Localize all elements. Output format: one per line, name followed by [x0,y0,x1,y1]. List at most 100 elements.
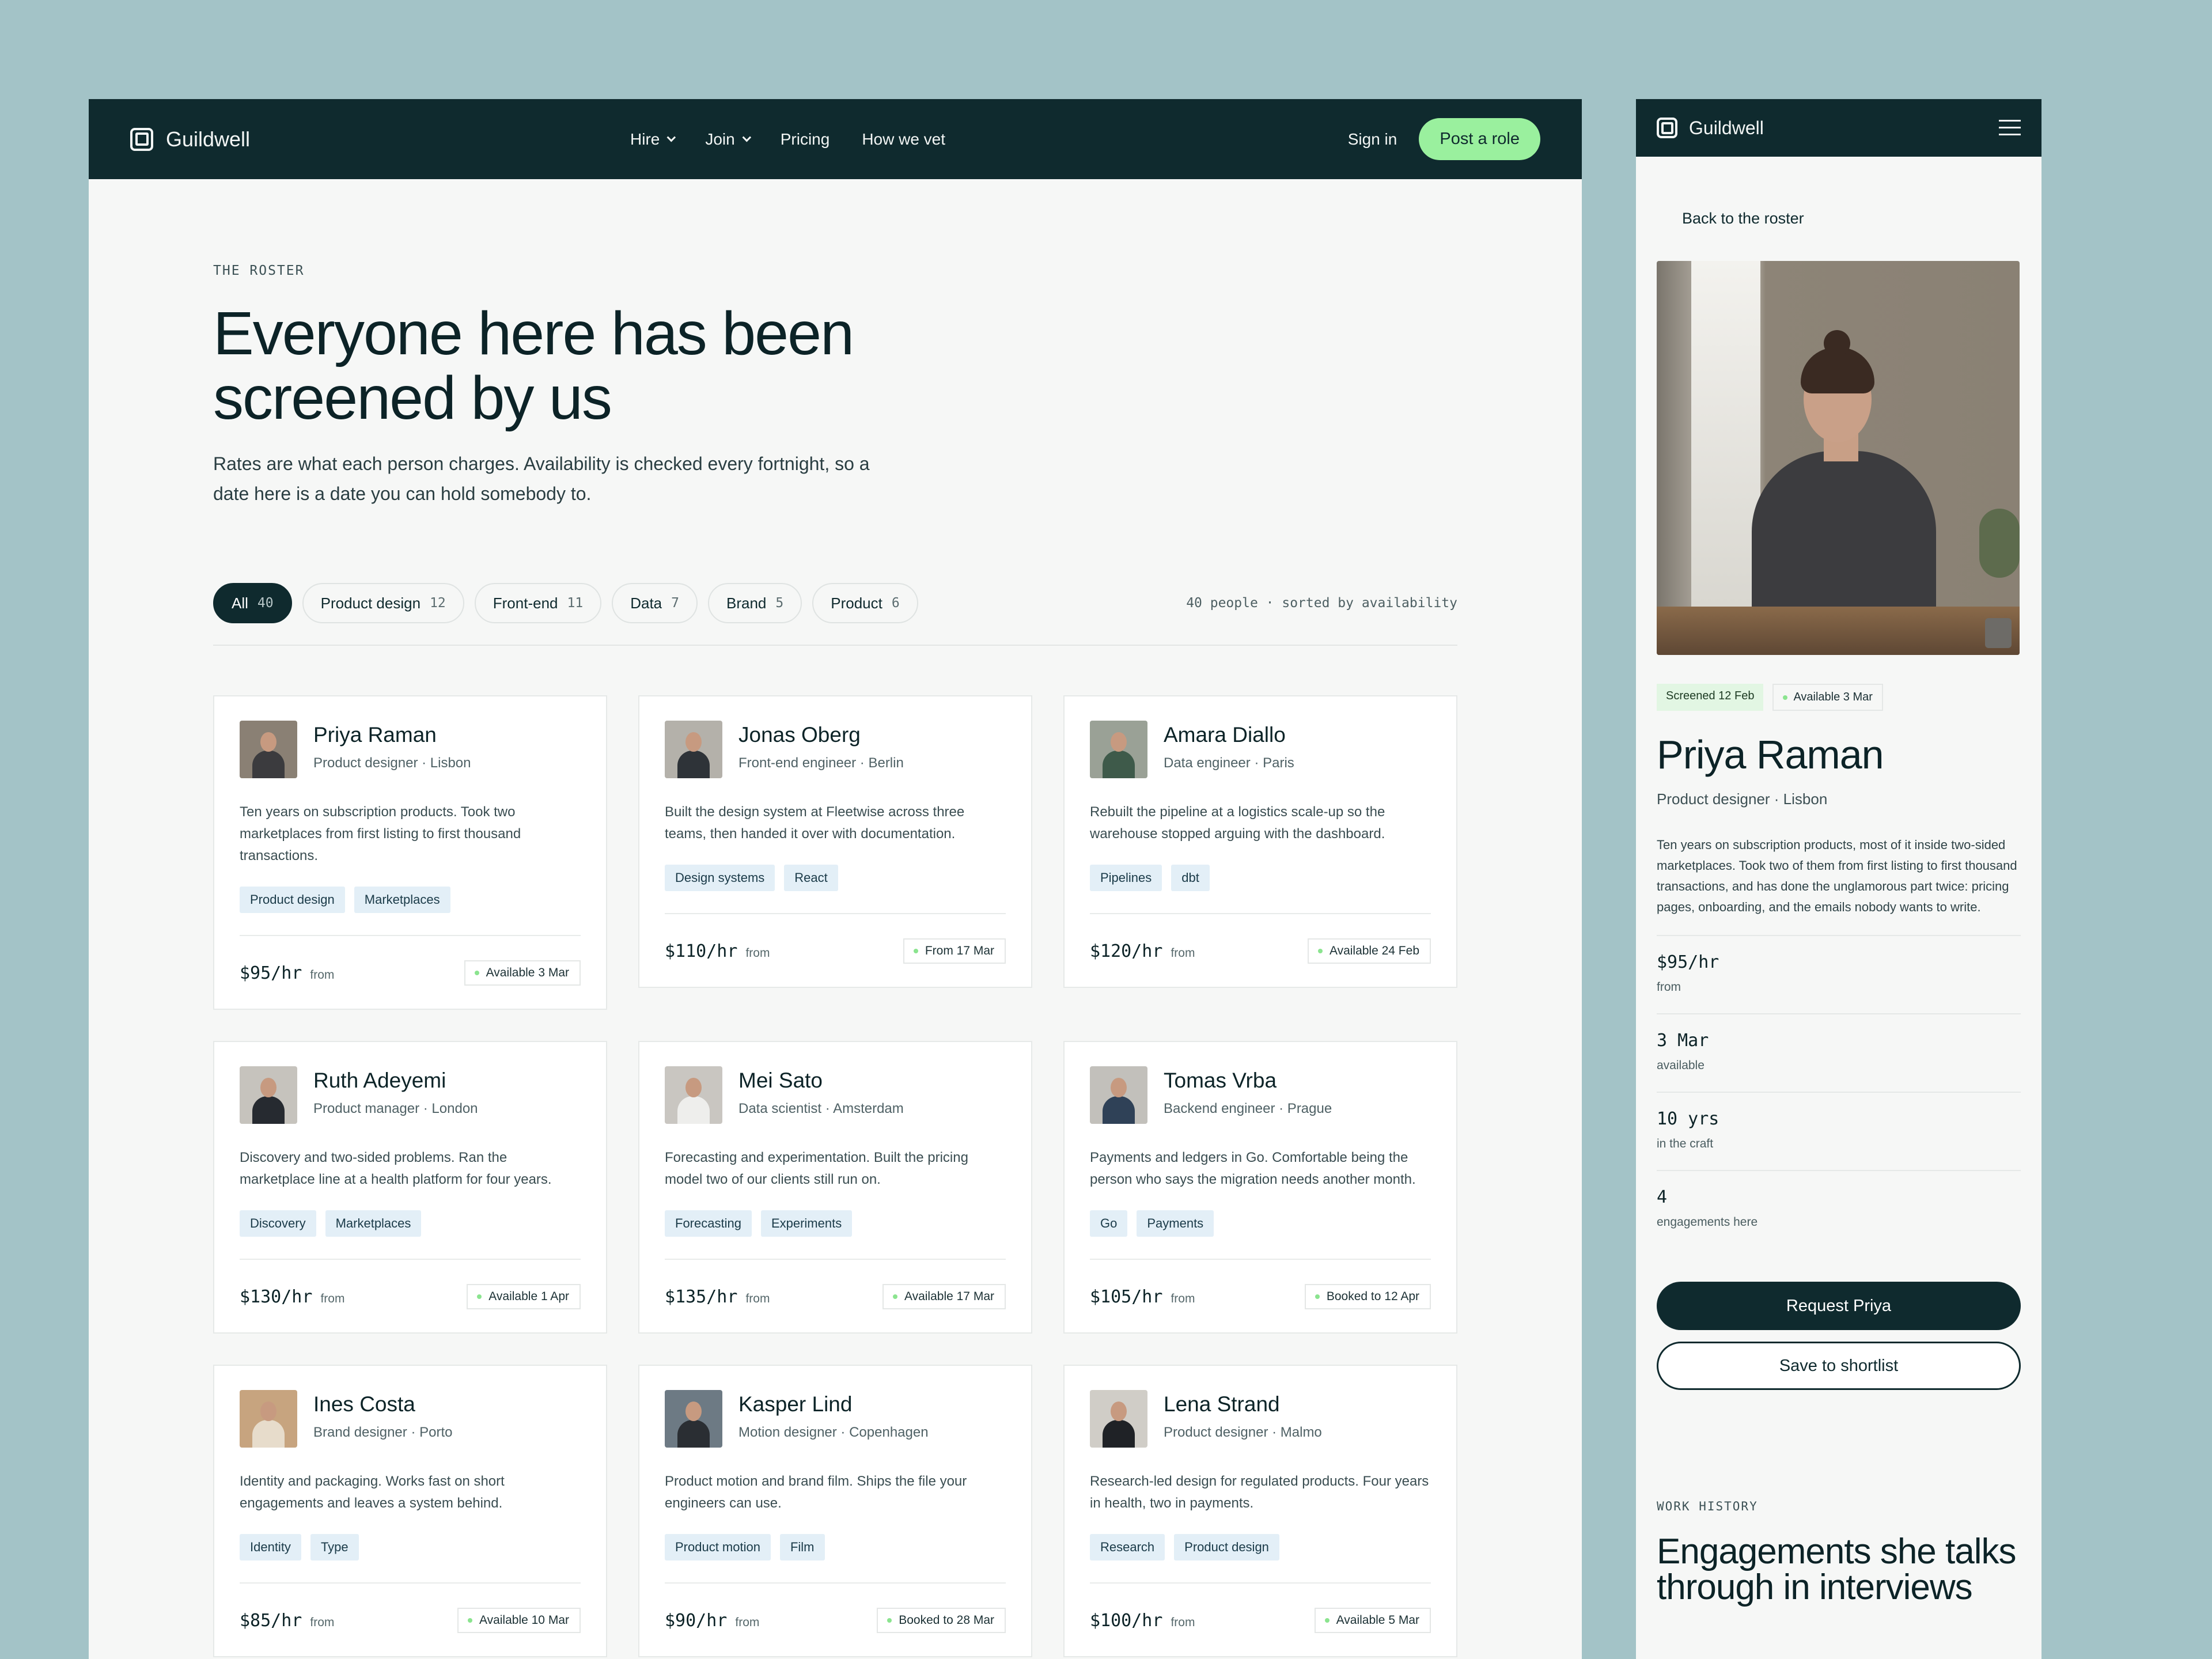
person-role: Product designer · Malmo [1164,1425,1322,1440]
back-to-roster-link[interactable]: Back to the roster [1682,210,2041,228]
person-card[interactable]: Tomas Vrba Backend engineer · Prague Pay… [1063,1041,1457,1334]
hamburger-menu-icon[interactable] [1999,120,2021,136]
status-dot-icon [477,1294,482,1299]
person-card[interactable]: Kasper Lind Motion designer · Copenhagen… [638,1365,1032,1657]
filter-chip-all[interactable]: All 40 [213,583,292,623]
stat-engagements: 4 engagements here [1657,1171,2021,1249]
availability-badge: Available 5 Mar [1314,1608,1431,1633]
avatar [1090,1066,1147,1124]
person-card[interactable]: Ruth Adeyemi Product manager · London Di… [213,1041,607,1334]
filter-chip-data[interactable]: Data 7 [612,583,698,623]
rate-suffix: from [310,968,335,982]
skill-tags: Go Payments [1090,1210,1431,1237]
person-name[interactable]: Ines Costa [313,1392,452,1416]
availability-text: Available 1 Apr [488,1290,569,1303]
person-card[interactable]: Amara Diallo Data engineer · Paris Rebui… [1063,695,1457,988]
skill-tags: Pipelines dbt [1090,865,1431,891]
availability-text: Available 10 Mar [479,1613,569,1627]
filter-chip-product-design[interactable]: Product design 12 [302,583,464,623]
profile-stats: $95/hr from 3 Mar available 10 yrs in th… [1657,935,2021,1249]
skill-tag: Pipelines [1090,865,1162,891]
skill-tags: Product motion Film [665,1534,1006,1560]
card-header: Jonas Oberg Front-end engineer · Berlin [665,721,1006,778]
skill-tag: Marketplaces [354,887,450,913]
card-header: Tomas Vrba Backend engineer · Prague [1090,1066,1431,1124]
nav-pricing[interactable]: Pricing [781,130,830,149]
person-name[interactable]: Jonas Oberg [738,723,904,747]
skill-tag: Research [1090,1534,1165,1560]
avatar [665,1066,722,1124]
work-history-title: Engagements she talks through in intervi… [1657,1532,2017,1607]
person-card[interactable]: Mei Sato Data scientist · Amsterdam Fore… [638,1041,1032,1334]
rate: $120/hr from [1090,941,1195,961]
person-name[interactable]: Kasper Lind [738,1392,929,1416]
page-title: Everyone here has been screened by us [213,300,854,432]
save-shortlist-button[interactable]: Save to shortlist [1657,1342,2021,1390]
person-name[interactable]: Tomas Vrba [1164,1069,1332,1093]
chip-count: 12 [430,596,446,611]
card-footer: $105/hr from Booked to 12 Apr [1090,1259,1431,1309]
filter-chip-front-end[interactable]: Front-end 11 [474,583,602,623]
chip-count: 40 [257,596,274,611]
chip-label: All [232,594,248,612]
status-dot-icon [1317,949,1323,953]
avatar-head [685,732,702,752]
brand[interactable]: Guildwell [130,127,250,151]
stat-value: $95/hr [1657,952,1719,972]
skill-tags: Identity Type [240,1534,581,1560]
person-role: Product manager · London [313,1101,478,1116]
nav-join-label: Join [705,130,735,148]
logo-icon [1657,118,1677,138]
person-card[interactable]: Jonas Oberg Front-end engineer · Berlin … [638,695,1032,988]
avatar [665,721,722,778]
chip-label: Front-end [493,594,558,612]
person-bio: Identity and packaging. Works fast on sh… [240,1474,505,1511]
hero-eyebrow: THE ROSTER [213,263,305,278]
rate-value: $90/hr [665,1610,728,1631]
skill-tags: Product design Marketplaces [240,887,581,913]
person-name[interactable]: Lena Strand [1164,1392,1322,1416]
nav-hire[interactable]: Hire [630,130,676,149]
rate: $135/hr from [665,1287,770,1307]
person-name[interactable]: Mei Sato [738,1069,904,1093]
brand-name: Guildwell [1689,117,1764,138]
mug [1985,618,2012,648]
avatar-torso [1103,1420,1135,1448]
avatar-torso [252,1096,285,1124]
person-card[interactable]: Lena Strand Product designer · Malmo Res… [1063,1365,1457,1657]
nav-how-we-vet[interactable]: How we vet [862,130,945,149]
profile-bio: Ten years on subscription products, most… [1657,838,2017,914]
person-name[interactable]: Priya Raman [313,723,471,747]
avatar-head [260,732,276,752]
person-name[interactable]: Amara Diallo [1164,723,1294,747]
sign-in-link[interactable]: Sign in [1348,130,1397,149]
avatar-head [1111,732,1127,752]
person-bio: Ten years on subscription products. Took… [240,804,521,863]
filter-chip-brand[interactable]: Brand 5 [707,583,802,623]
availability-text: Booked to 28 Mar [899,1613,994,1627]
status-dot-icon [467,1618,472,1623]
status-dot-icon [1324,1618,1330,1623]
skill-tag: Go [1090,1210,1128,1237]
post-role-button[interactable]: Post a role [1419,118,1540,160]
request-button[interactable]: Request Priya [1657,1282,2021,1330]
filter-chip-product[interactable]: Product 6 [812,583,918,623]
person-card[interactable]: Ines Costa Brand designer · Porto Identi… [213,1365,607,1657]
brand[interactable]: Guildwell [1657,118,1764,139]
person-name[interactable]: Ruth Adeyemi [313,1069,478,1093]
card-identity: Kasper Lind Motion designer · Copenhagen [738,1390,929,1441]
nav-join[interactable]: Join [705,130,751,149]
chip-label: Product design [320,594,421,612]
card-footer: $85/hr from Available 10 Mar [240,1582,581,1633]
rate: $85/hr from [240,1611,334,1631]
status-dot-icon [1783,695,1788,700]
person-role: Data scientist · Amsterdam [738,1101,904,1116]
card-identity: Ines Costa Brand designer · Porto [313,1390,452,1441]
rate-value: $85/hr [240,1610,302,1631]
card-header: Lena Strand Product designer · Malmo [1090,1390,1431,1448]
skill-tag: Film [779,1534,825,1560]
person-role: Data engineer · Paris [1164,755,1294,771]
stat-label: from [1657,980,1681,994]
person-card[interactable]: Priya Raman Product designer · Lisbon Te… [213,695,607,1010]
stat-available: 3 Mar available [1657,1014,2021,1093]
